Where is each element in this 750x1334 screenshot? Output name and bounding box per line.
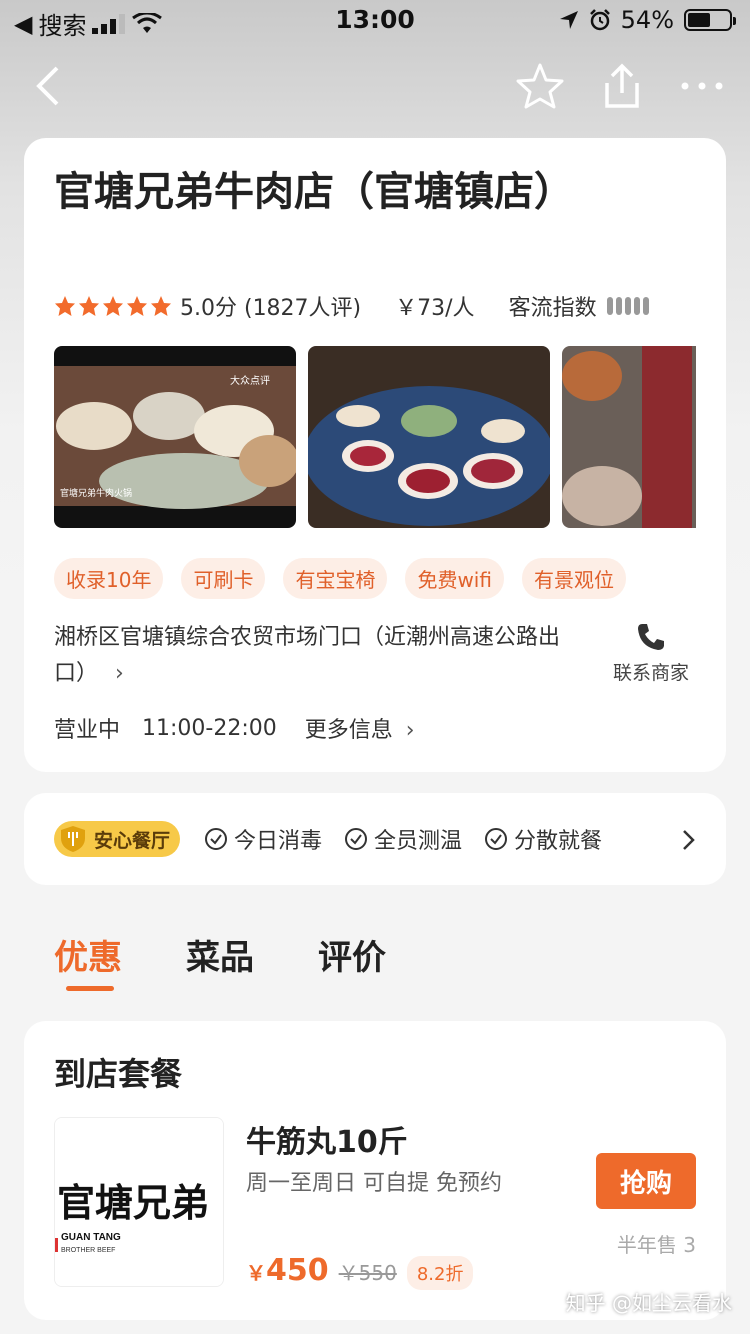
status-right: 54% [559,6,736,34]
tag: 收录10年 [54,558,164,599]
contact-label: 联系商家 [612,662,689,684]
address-link[interactable]: 湘桥区官塘镇综合农贸市场门口（近潮州高速公路出口） › [54,620,584,692]
share-button[interactable] [594,58,650,114]
tag: 有宝宝椅 [283,558,388,599]
beef-slicing-image [562,346,696,528]
original-price: ￥550 [338,1261,397,1285]
section-tabs: 优惠 菜品 评价 [54,930,386,991]
discount-badge: 8.2折 [406,1256,474,1290]
tag: 免费wifi [405,558,504,599]
battery-icon [684,9,736,31]
photo-2[interactable] [308,346,550,528]
photo-strip[interactable]: 大众点评 官塘兄弟牛肉火锅 [54,346,696,528]
deal-name[interactable]: 牛筋丸10斤 [246,1117,408,1161]
hotpot-video-image: 大众点评 官塘兄弟牛肉火锅 [54,346,296,528]
tab-dishes[interactable]: 菜品 [186,930,254,979]
star-icon [103,296,123,316]
traffic-index-icon [606,297,649,315]
deal-description: 周一至周日 可自提 免预约 [246,1171,502,1196]
rating-stars [54,295,172,317]
shop-name: 官塘兄弟牛肉店（官塘镇店） [54,169,574,215]
more-button[interactable] [674,58,730,114]
check-circle-icon [205,828,227,850]
traffic-label: 客流指数 [508,296,597,321]
open-status: 营业中 [54,718,121,743]
tab-label: 菜品 [186,938,254,978]
contact-merchant-button[interactable]: 联系商家 [606,622,696,685]
safety-item-label: 今日消毒 [234,829,323,854]
photo-brand-label: 大众点评 [230,374,270,387]
star-icon [151,296,171,316]
check-circle-icon [345,828,368,850]
location-arrow-icon [559,11,578,29]
logo-en-text: GUAN TANG [61,1232,121,1243]
chevron-right-icon [683,830,695,850]
logo-cn-text: 官塘兄弟 [57,1180,209,1225]
star-outline-icon [516,63,564,109]
safety-item: 今日消毒 [204,823,322,855]
sold-count: 半年售 3 [616,1233,696,1257]
tab-deals[interactable]: 优惠 [54,930,122,991]
price-value: 450 [266,1253,329,1288]
safe-restaurant-badge: 安心餐厅 [54,821,181,857]
watermark: 知乎 @如尘云看水 [565,1291,732,1315]
deal-image[interactable]: 官塘兄弟 GUAN TANG BROTHER BEEF [54,1117,224,1287]
price-per-person: ￥73/人 [395,296,475,321]
shop-tags: 收录10年 可刷卡 有宝宝椅 免费wifi 有景观位 [54,558,626,599]
tab-reviews[interactable]: 评价 [318,930,386,979]
active-tab-indicator [66,986,114,991]
buy-button[interactable]: 抢购 [596,1153,696,1209]
chevron-right-icon: › [115,661,124,686]
current-price: ￥450 [246,1253,329,1288]
alarm-icon [589,9,610,31]
tab-label: 评价 [318,938,386,978]
tab-label: 优惠 [54,938,122,978]
favorite-button[interactable] [512,58,568,114]
photo-caption: 官塘兄弟牛肉火锅 [60,487,132,498]
share-icon [605,63,639,108]
logo-en2-text: BROTHER BEEF [61,1247,115,1254]
photo-3[interactable] [562,346,696,528]
battery-percent: 54% [620,6,674,34]
brand-logo-image: 官塘兄弟 GUAN TANG BROTHER BEEF [55,1118,223,1286]
safety-item-label: 全员测温 [374,829,463,854]
shop-info-card: 官塘兄弟牛肉店（官塘镇店） 5.0分 (1827人评) ￥73/人 客流指数 大… [24,138,726,772]
tag: 有景观位 [521,558,626,599]
tag: 可刷卡 [181,558,266,599]
back-button[interactable] [20,58,76,114]
chevron-left-icon [36,66,59,106]
chevron-right-icon: › [405,718,415,743]
deal-section-title: 到店套餐 [54,1055,183,1093]
opening-hours: 11:00-22:00 [142,715,277,741]
safe-badge-label: 安心餐厅 [94,829,171,852]
nav-bar [0,50,750,120]
rating-row: 5.0分 (1827人评) ￥73/人 客流指数 [54,290,649,322]
star-icon [55,296,75,316]
star-icon [79,296,99,316]
business-hours-row[interactable]: 营业中 11:00-22:00 更多信息 › [54,712,415,744]
deal-card: 到店套餐 官塘兄弟 GUAN TANG BROTHER BEEF 牛筋丸10斤 … [24,1021,726,1320]
more-dots-icon [681,82,723,90]
price-symbol: ￥ [246,1261,266,1285]
address-text: 湘桥区官塘镇综合农贸市场门口（近潮州高速公路出口） [54,625,561,686]
price-row: ￥450 ￥550 8.2折 [246,1253,474,1290]
safety-items: 今日消毒 全员测温 分散就餐 [204,823,602,855]
safety-item: 分散就餐 [484,823,602,855]
more-info-link[interactable]: 更多信息 › [305,712,415,744]
status-bar: ◀ 搜索 13:00 54% [0,0,750,40]
more-info-label: 更多信息 [304,718,393,743]
check-circle-icon [485,828,508,850]
phone-icon [638,624,664,650]
safety-item: 全员测温 [344,823,462,855]
shield-fork-icon [61,826,85,852]
photo-1[interactable]: 大众点评 官塘兄弟牛肉火锅 [54,346,296,528]
star-icon [127,296,147,316]
table-dishes-image [308,346,550,528]
rating-text[interactable]: 5.0分 (1827人评) [180,290,361,322]
safety-card[interactable]: 安心餐厅 今日消毒 全员测温 分散就餐 [24,793,726,885]
safety-item-label: 分散就餐 [514,829,603,854]
